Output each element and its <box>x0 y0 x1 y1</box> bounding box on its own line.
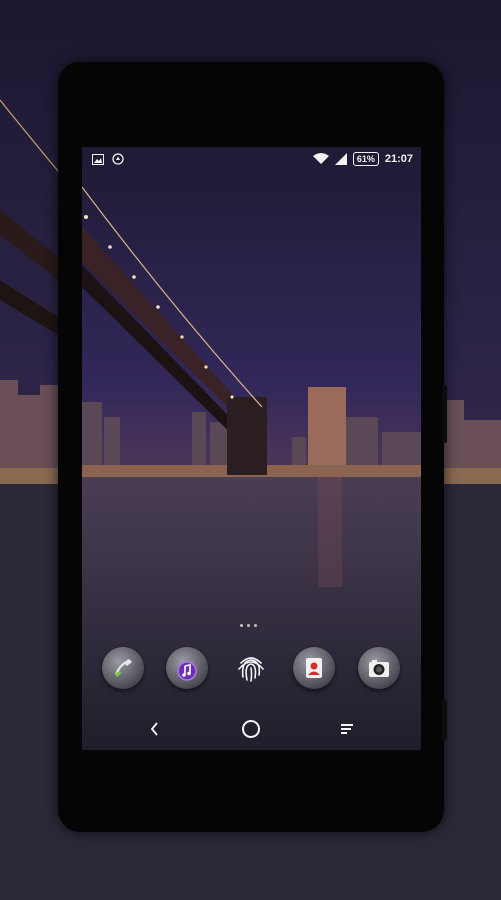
wifi-icon <box>312 153 329 164</box>
home-button[interactable] <box>234 715 268 743</box>
page-dot <box>254 624 257 627</box>
page-dot <box>247 624 250 627</box>
phone-icon <box>115 659 132 677</box>
home-icon <box>242 720 260 738</box>
music-icon <box>177 661 197 681</box>
page-dot <box>240 624 243 627</box>
cell-signal-icon <box>334 153 347 165</box>
phone-screen: 61% 21:07 <box>82 147 421 750</box>
camera-icon <box>369 660 389 677</box>
app-dock <box>82 643 421 699</box>
status-clock: 21:07 <box>384 153 413 165</box>
contacts-app-icon[interactable] <box>293 647 335 689</box>
volume-button <box>442 700 447 740</box>
recents-button[interactable] <box>330 715 364 743</box>
music-app-icon[interactable] <box>166 647 208 689</box>
phone-app-icon[interactable] <box>102 647 144 689</box>
contacts-icon <box>306 658 322 678</box>
back-icon <box>150 722 158 736</box>
power-button <box>442 385 447 443</box>
battery-indicator: 61% <box>352 152 379 166</box>
gallery-notification-icon <box>92 153 104 165</box>
recents-icon <box>341 724 353 734</box>
fingerprint-icon <box>238 657 264 682</box>
back-button[interactable] <box>138 715 172 743</box>
navigation-bar <box>82 707 421 750</box>
sync-notification-icon <box>112 153 124 165</box>
status-bar: 61% 21:07 <box>82 147 421 173</box>
camera-app-icon[interactable] <box>358 647 400 689</box>
fingerprint-app-icon[interactable] <box>230 647 272 689</box>
page-indicator <box>240 624 257 627</box>
